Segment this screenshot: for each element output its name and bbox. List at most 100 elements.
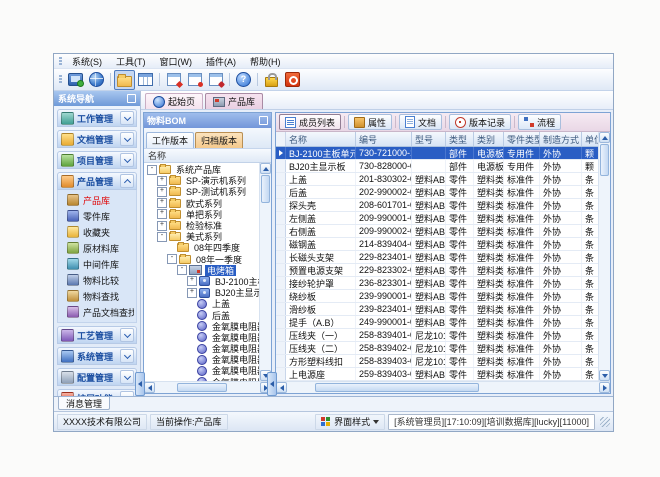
- tab-start-page[interactable]: 起始页: [145, 93, 203, 109]
- menu-item-help[interactable]: 帮助(H): [243, 56, 288, 68]
- globe-button[interactable]: [86, 70, 107, 90]
- collapse-icon[interactable]: -: [157, 232, 167, 242]
- resize-grip[interactable]: [600, 417, 610, 427]
- column-header-3[interactable]: 型号: [412, 132, 446, 146]
- table-row[interactable]: 长磁头支架229-823401-00E塑料ABS零件塑料类标准件外协条: [276, 251, 598, 264]
- tree-node[interactable]: -08年一季度: [144, 254, 259, 265]
- sidebar-item-material-search[interactable]: 物料查找: [58, 288, 136, 304]
- tree-node[interactable]: 金氧膜电阻器: [144, 321, 259, 332]
- sidebar-section-header-project[interactable]: 项目管理: [57, 151, 137, 169]
- tab-documents[interactable]: 文档: [399, 114, 442, 130]
- column-header-2[interactable]: 编号: [356, 132, 412, 146]
- tab-version-history[interactable]: 版本记录: [449, 114, 511, 130]
- table-row[interactable]: BJ20主显示板730-828000-04E部件电源板专用件外协颗: [276, 160, 598, 173]
- table-row[interactable]: 方形塑料线扣258-839403-00E尼龙1010零件塑料类标准件外协条: [276, 355, 598, 368]
- scroll-down-icon[interactable]: [599, 370, 610, 381]
- help-button[interactable]: ?: [233, 70, 254, 90]
- table-row[interactable]: 压线夹（二）258-839402-00E尼龙1010零件塑料类标准件外协条: [276, 342, 598, 355]
- tree-node[interactable]: 金氧膜电阻器: [144, 365, 259, 376]
- sidebar-section-header-docs[interactable]: 文档管理: [57, 130, 137, 148]
- pin-icon[interactable]: [259, 116, 268, 125]
- doc-window-red2-button[interactable]: [184, 70, 205, 90]
- tree-node[interactable]: +BJ-2100主板单元: [144, 276, 259, 287]
- message-manager-tab[interactable]: 消息管理: [58, 397, 110, 410]
- tab-member-list[interactable]: 成员列表: [279, 114, 341, 130]
- column-header-4[interactable]: 类型: [446, 132, 474, 146]
- grid-window-button[interactable]: [135, 70, 156, 90]
- sidebar-section-header-config[interactable]: 配置管理: [57, 368, 137, 386]
- tree-column-header[interactable]: 名称: [144, 149, 271, 163]
- column-header-5[interactable]: 类别: [474, 132, 504, 146]
- chevron-down-icon[interactable]: [120, 349, 134, 363]
- expand-icon[interactable]: +: [187, 276, 197, 286]
- sidebar-section-header-extension[interactable]: 扩展功能: [57, 389, 137, 396]
- sidebar-section-header-system[interactable]: 系统管理: [57, 347, 137, 365]
- table-row[interactable]: 接纱轮护罩236-823301-00E塑料ABS零件塑料类标准件外协条: [276, 277, 598, 290]
- tree-node[interactable]: +欧式系列: [144, 198, 259, 209]
- tree-node[interactable]: +单把系列: [144, 209, 259, 220]
- expand-icon[interactable]: +: [187, 288, 197, 298]
- sidebar-item-material-compare[interactable]: 物料比较: [58, 272, 136, 288]
- scrollbar-track[interactable]: [287, 382, 599, 393]
- sidebar-section-header-product[interactable]: 产品管理: [57, 172, 137, 190]
- toolbar-grip[interactable]: [59, 75, 62, 84]
- expand-icon[interactable]: +: [157, 176, 167, 186]
- table-row[interactable]: 滑纱板239-823401-00E塑料ABS零件塑料类标准件外协条: [276, 303, 598, 316]
- table-row[interactable]: 绕纱板239-990001-01E塑料ABS零件塑料类标准件外协条: [276, 290, 598, 303]
- chevron-down-icon[interactable]: [120, 111, 134, 125]
- table-row[interactable]: 提手（A.B）249-990001-01E塑料ABS零件塑料类标准件外协条: [276, 316, 598, 329]
- menu-item-tools[interactable]: 工具(T): [109, 56, 153, 68]
- table-vertical-scrollbar[interactable]: [598, 132, 610, 381]
- table-row[interactable]: 上盖201-830302-00E塑料ABS零件塑料类标准件外协条: [276, 173, 598, 186]
- column-header-8[interactable]: 单位: [582, 132, 598, 146]
- scroll-left-icon[interactable]: [144, 382, 155, 393]
- sidebar-item-raw-material-library[interactable]: 原材料库: [58, 240, 136, 256]
- table-row[interactable]: 磁钢盖214-839404-01E塑料ABS零件塑料类标准件外协条: [276, 238, 598, 251]
- scrollbar-thumb[interactable]: [600, 144, 609, 176]
- exit-button[interactable]: [282, 70, 303, 90]
- chevron-down-icon[interactable]: [120, 370, 134, 384]
- table-row[interactable]: 后盖202-990002-01E塑料ABS零件塑料类标准件外协条: [276, 186, 598, 199]
- expand-icon[interactable]: +: [157, 198, 167, 208]
- sidebar-item-product-doc-search[interactable]: 产品文档查找: [58, 304, 136, 320]
- folder-button[interactable]: [114, 70, 135, 90]
- table-row[interactable]: 压线夹（一）258-839401-00E尼龙1010零件塑料类标准件外协条: [276, 329, 598, 342]
- scrollbar-thumb[interactable]: [261, 175, 270, 203]
- scroll-left-icon[interactable]: [276, 382, 287, 393]
- menu-grip[interactable]: [59, 57, 62, 66]
- tree-horizontal-scrollbar[interactable]: [144, 381, 271, 393]
- tree-node[interactable]: -电烤箱: [144, 265, 259, 276]
- tree-node[interactable]: +BJ20主显示板: [144, 287, 259, 298]
- collapse-icon[interactable]: -: [167, 254, 177, 264]
- bom-collapse-button[interactable]: [267, 372, 277, 396]
- lock-button[interactable]: [261, 70, 282, 90]
- sidebar-item-product-library[interactable]: 产品库: [58, 192, 136, 208]
- chevron-down-icon[interactable]: [120, 328, 134, 342]
- column-header-7[interactable]: 制造方式: [540, 132, 582, 146]
- tree-node[interactable]: 后盖: [144, 309, 259, 320]
- tree-node[interactable]: +SP-测试机系列: [144, 186, 259, 197]
- menu-item-window[interactable]: 窗口(W): [153, 56, 200, 68]
- menu-item-plugins[interactable]: 插件(A): [199, 56, 243, 68]
- tree-node[interactable]: 金氧膜电阻器: [144, 354, 259, 365]
- sidebar-item-parts-library[interactable]: 零件库: [58, 208, 136, 224]
- chevron-up-icon[interactable]: [120, 174, 134, 188]
- scrollbar-thumb[interactable]: [315, 383, 479, 392]
- doc-window-red-button[interactable]: [163, 70, 184, 90]
- chevron-down-icon[interactable]: [120, 153, 134, 167]
- scroll-up-icon[interactable]: [599, 132, 610, 143]
- table-row[interactable]: 左侧盖209-990001-01E塑料ABS零件塑料类标准件外协条: [276, 212, 598, 225]
- tree-node[interactable]: -系统产品库: [144, 164, 259, 175]
- ui-style-dropdown[interactable]: 界面样式: [315, 414, 385, 430]
- scrollbar-track[interactable]: [155, 382, 260, 393]
- tab-working-version[interactable]: 工作版本: [146, 132, 194, 148]
- tab-product-library[interactable]: 产品库: [205, 93, 263, 109]
- scrollbar-thumb[interactable]: [177, 383, 227, 392]
- tree-vertical-scrollbar[interactable]: [259, 163, 271, 381]
- expand-icon[interactable]: +: [157, 209, 167, 219]
- chevron-down-icon[interactable]: [120, 132, 134, 146]
- sidebar-collapse-button[interactable]: [135, 372, 145, 396]
- sidebar-section-header-work[interactable]: 工作管理: [57, 109, 137, 127]
- tab-attributes[interactable]: 属性: [348, 114, 392, 130]
- tab-archived-version[interactable]: 归档版本: [195, 132, 243, 148]
